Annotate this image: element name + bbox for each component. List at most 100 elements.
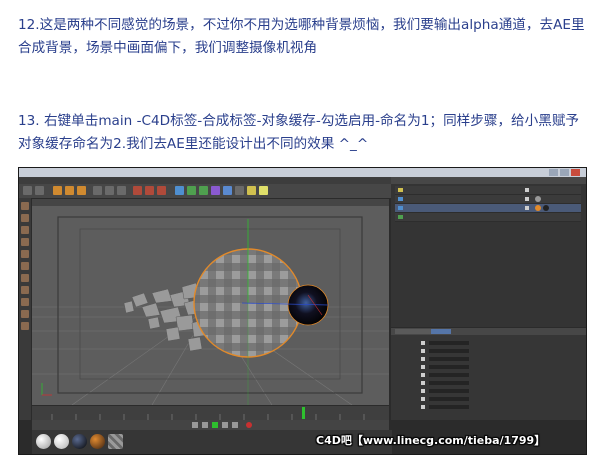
visibility-icon[interactable] [525, 197, 529, 201]
next-frame-icon[interactable] [222, 422, 228, 428]
left-tool-icon[interactable] [21, 226, 29, 234]
window-close-icon[interactable] [571, 169, 580, 176]
left-tool-palette [19, 198, 31, 420]
c4d-screenshot: C4D吧【www.linecg.com/tieba/1799】 [18, 167, 587, 455]
rotate-tool-icon[interactable] [77, 186, 86, 195]
left-tool-icon[interactable] [21, 262, 29, 270]
left-tool-icon[interactable] [21, 214, 29, 222]
window-maximize-icon[interactable] [560, 169, 569, 176]
render-view-icon[interactable] [133, 186, 142, 195]
attribute-row[interactable] [395, 396, 581, 402]
object-row[interactable] [395, 195, 581, 204]
window-minimize-icon[interactable] [549, 169, 558, 176]
y-axis-icon[interactable] [105, 186, 114, 195]
attribute-manager-panel [391, 328, 586, 420]
compositing-tag-icon[interactable] [535, 205, 541, 211]
viewport-scene [32, 216, 389, 405]
object-icon [398, 215, 403, 219]
step-13-paragraph: 13. 右键单击main -C4D标签-合成标签-对象缓存-勾选启用-命名为1；… [18, 113, 580, 152]
attribute-row[interactable] [395, 372, 581, 378]
enable-checkbox[interactable] [421, 373, 425, 377]
enable-checkbox[interactable] [421, 341, 425, 345]
array-icon[interactable] [211, 186, 220, 195]
buffer-id-field[interactable] [429, 397, 469, 401]
deformer-icon[interactable] [223, 186, 232, 195]
move-tool-icon[interactable] [53, 186, 62, 195]
object-icon [398, 197, 403, 201]
enable-checkbox[interactable] [421, 349, 425, 353]
material-ball-icon[interactable] [90, 434, 105, 449]
undo-icon[interactable] [23, 186, 32, 195]
playback-controls [32, 420, 389, 430]
playhead-icon[interactable] [302, 407, 305, 419]
attribute-row[interactable] [395, 364, 581, 370]
left-tool-icon[interactable] [21, 250, 29, 258]
left-tool-icon[interactable] [21, 322, 29, 330]
redo-icon[interactable] [35, 186, 44, 195]
spline-icon[interactable] [187, 186, 196, 195]
cube-primitive-icon[interactable] [175, 186, 184, 195]
enable-checkbox[interactable] [421, 365, 425, 369]
scene-icon[interactable] [235, 186, 244, 195]
timeline-ruler[interactable] [32, 406, 389, 420]
object-row[interactable] [395, 213, 581, 222]
material-ball-icon[interactable] [72, 434, 87, 449]
material-ball-icon[interactable] [108, 434, 123, 449]
enable-checkbox[interactable] [421, 389, 425, 393]
attribute-row[interactable] [395, 388, 581, 394]
go-to-end-icon[interactable] [232, 422, 238, 428]
visibility-icon[interactable] [525, 188, 529, 192]
previous-frame-icon[interactable] [202, 422, 208, 428]
nurbs-icon[interactable] [199, 186, 208, 195]
buffer-id-field[interactable] [429, 341, 469, 345]
light-icon[interactable] [259, 186, 268, 195]
material-ball-icon[interactable] [54, 434, 69, 449]
attribute-row[interactable] [395, 356, 581, 362]
buffer-id-field[interactable] [429, 373, 469, 377]
attribute-tab[interactable] [413, 329, 431, 334]
perspective-viewport[interactable] [32, 199, 389, 405]
attribute-row[interactable] [395, 340, 581, 346]
attribute-row[interactable] [395, 380, 581, 386]
record-icon[interactable] [246, 422, 252, 428]
step-12-paragraph: 12.这是两种不同感觉的场景，不过你不用为选哪种背景烦恼，我们要输出alpha通… [18, 17, 585, 56]
buffer-id-field[interactable] [429, 389, 469, 393]
object-row[interactable] [395, 186, 581, 195]
left-tool-icon[interactable] [21, 286, 29, 294]
attribute-tab-object-buffer[interactable] [431, 329, 451, 334]
visibility-icon[interactable] [525, 206, 529, 210]
scale-tool-icon[interactable] [65, 186, 74, 195]
attribute-row[interactable] [395, 404, 581, 410]
attribute-row[interactable] [395, 348, 581, 354]
enable-checkbox[interactable] [421, 357, 425, 361]
x-axis-icon[interactable] [93, 186, 102, 195]
watermark: C4D吧【www.linecg.com/tieba/1799】 [316, 434, 546, 447]
object-manager-menu[interactable] [391, 177, 586, 184]
enable-checkbox[interactable] [421, 381, 425, 385]
buffer-id-field[interactable] [429, 349, 469, 353]
go-to-start-icon[interactable] [192, 422, 198, 428]
material-tag-icon[interactable] [535, 196, 541, 202]
object-row-selected[interactable] [395, 204, 581, 213]
buffer-id-field[interactable] [429, 357, 469, 361]
left-tool-icon[interactable] [21, 310, 29, 318]
material-ball-icon[interactable] [36, 434, 51, 449]
buffer-id-field[interactable] [429, 381, 469, 385]
left-tool-icon[interactable] [21, 298, 29, 306]
left-tool-icon[interactable] [21, 274, 29, 282]
camera-icon[interactable] [247, 186, 256, 195]
left-tool-icon[interactable] [21, 202, 29, 210]
play-icon[interactable] [212, 422, 218, 428]
left-tool-icon[interactable] [21, 238, 29, 246]
enable-checkbox[interactable] [421, 405, 425, 409]
z-axis-icon[interactable] [117, 186, 126, 195]
enable-checkbox[interactable] [421, 397, 425, 401]
render-settings-icon[interactable] [157, 186, 166, 195]
attribute-tab[interactable] [395, 329, 413, 334]
object-icon [398, 206, 403, 210]
buffer-id-field[interactable] [429, 405, 469, 409]
object-manager-panel [391, 177, 586, 327]
buffer-id-field[interactable] [429, 365, 469, 369]
render-picture-viewer-icon[interactable] [145, 186, 154, 195]
material-tag-icon[interactable] [543, 205, 549, 211]
